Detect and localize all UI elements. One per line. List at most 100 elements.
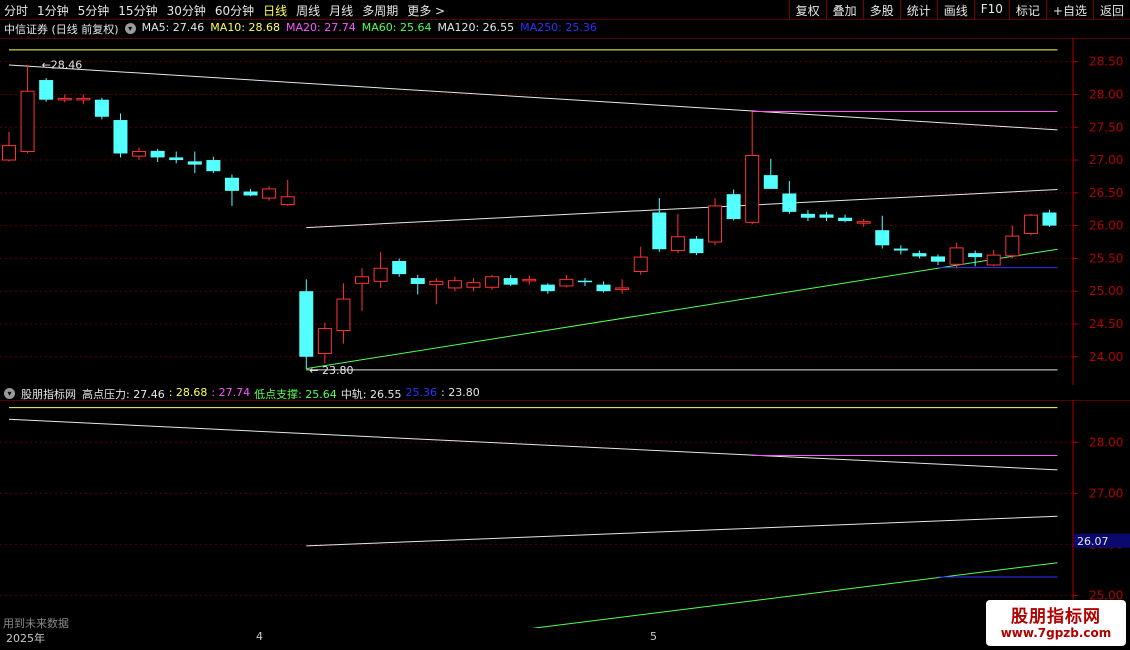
toolbar-button-1[interactable]: 叠加	[825, 0, 863, 19]
candle-body	[39, 80, 54, 100]
candle-body	[931, 256, 945, 262]
candle-16	[299, 279, 314, 369]
period-tab-7[interactable]: 周线	[296, 2, 320, 19]
candle-27	[503, 274, 518, 286]
period-tab-3[interactable]: 15分钟	[118, 2, 157, 19]
candle-body	[336, 298, 351, 332]
candle-31	[577, 278, 592, 286]
candle-9	[169, 151, 184, 164]
candle-24	[447, 276, 462, 292]
candle-body	[113, 120, 128, 154]
y-tick-label: 28.00	[1089, 435, 1123, 449]
legend-item-5: MA250: 25.36	[520, 21, 597, 34]
price-tag: 26.07	[1077, 535, 1109, 548]
period-tab-1[interactable]: 1分钟	[37, 2, 69, 19]
candle-3	[57, 94, 72, 103]
ma-values: MA5: 27.46 MA10: 28.68 MA20: 27.74 MA60: 25…	[142, 21, 597, 37]
toolbar-button-2[interactable]: 多股	[862, 0, 900, 19]
indicator-chart[interactable]: 25.0026.0027.0028.0026.07	[0, 400, 1130, 628]
toolbar-button-0[interactable]: 复权	[788, 0, 826, 19]
logo-name: 股朋指标网	[1011, 607, 1101, 627]
toolbar-button-5[interactable]: F10	[973, 0, 1009, 19]
candle-body	[76, 97, 91, 101]
candle-32	[596, 281, 611, 293]
candle-body	[708, 205, 723, 243]
candle-43	[800, 209, 815, 222]
candle-body	[615, 287, 630, 290]
candle-body	[280, 196, 295, 206]
toolbar-button-6[interactable]: 标记	[1008, 0, 1046, 19]
period-tab-2[interactable]: 5分钟	[78, 2, 110, 19]
candle-4	[76, 94, 91, 105]
candle-11	[206, 156, 221, 174]
candle-body	[577, 280, 592, 283]
main-legend: 中信证券 (日线 前复权) ▾ MA5: 27.46 MA10: 28.68 MA2…	[4, 21, 597, 37]
y-tick-label: 26.50	[1089, 186, 1123, 200]
period-tab-6[interactable]: 日线	[263, 2, 287, 19]
candle-body	[429, 280, 444, 286]
toolbar-button-7[interactable]: +自选	[1045, 0, 1093, 19]
candle-body	[875, 230, 890, 246]
candle-47	[875, 215, 890, 249]
candle-body	[373, 267, 388, 282]
candle-body	[299, 291, 314, 357]
y-tick-label: 27.50	[1089, 120, 1123, 134]
candle-body	[187, 161, 202, 165]
y-tick-label: 28.50	[1089, 55, 1123, 69]
period-tab-0[interactable]: 分时	[4, 2, 28, 19]
candle-20	[373, 251, 388, 288]
series-line-MA5	[8, 64, 1058, 131]
candle-56	[1042, 209, 1057, 227]
candle-body	[317, 328, 332, 354]
dropdown-icon[interactable]: ▾	[124, 23, 136, 34]
candle-body	[800, 213, 815, 218]
candle-38	[708, 198, 723, 246]
candle-45	[838, 214, 853, 223]
candle-50	[931, 254, 945, 265]
future-data-note: 用到未来数据	[3, 617, 69, 630]
candle-body	[559, 278, 574, 287]
x-label-year: 2025年	[6, 632, 45, 645]
high-label: ←28.46	[42, 58, 83, 71]
candle-body	[466, 282, 481, 288]
candle-2	[39, 78, 54, 102]
period-tab-4[interactable]: 30分钟	[167, 2, 206, 19]
dropdown-icon[interactable]: ▾	[4, 388, 15, 399]
tool-buttons: 复权 叠加 多股 统计 画线 F10 标记 +自选 返回	[788, 0, 1130, 19]
candle-30	[559, 274, 574, 288]
candle-body	[670, 236, 685, 252]
period-tab-8[interactable]: 月线	[329, 2, 353, 19]
candle-body	[838, 217, 853, 222]
period-tab-5[interactable]: 60分钟	[215, 2, 254, 19]
candle-46	[856, 219, 871, 227]
toolbar-button-3[interactable]: 统计	[899, 0, 937, 19]
y-tick-label: 24.00	[1089, 350, 1123, 364]
period-tab-10[interactable]: 更多 >	[407, 2, 445, 19]
candle-6	[113, 113, 128, 158]
candle-40	[745, 111, 760, 225]
candle-7	[132, 147, 147, 161]
candle-body	[169, 157, 184, 161]
candle-42	[782, 181, 797, 214]
period-tabs: 分时 1分钟 5分钟 15分钟 30分钟 60分钟 日线 周线 月线 多周期 更多 >	[4, 2, 445, 19]
candle-25	[466, 278, 481, 292]
candle-8	[150, 148, 165, 163]
candle-body	[243, 191, 258, 196]
toolbar-button-8[interactable]: 返回	[1092, 0, 1130, 19]
x-label-may: 5	[650, 630, 657, 643]
series-line-高点压力	[8, 418, 1058, 471]
candle-18	[336, 283, 351, 344]
candle-body	[522, 278, 537, 282]
candle-body	[1023, 214, 1038, 234]
candle-body	[57, 97, 72, 101]
candlestick-chart[interactable]: 24.00 24.50 25.00 25.50 26.00 26.50 27.00 27.50…	[0, 38, 1130, 385]
candle-body	[912, 253, 927, 257]
candle-19	[355, 268, 370, 311]
candle-body	[392, 261, 407, 275]
toolbar-button-4[interactable]: 画线	[936, 0, 974, 19]
period-tab-9[interactable]: 多周期	[362, 2, 398, 19]
y-tick-label: 24.50	[1089, 317, 1123, 331]
candle-49	[912, 250, 927, 259]
candle-0	[2, 131, 16, 162]
candle-35	[652, 198, 667, 252]
